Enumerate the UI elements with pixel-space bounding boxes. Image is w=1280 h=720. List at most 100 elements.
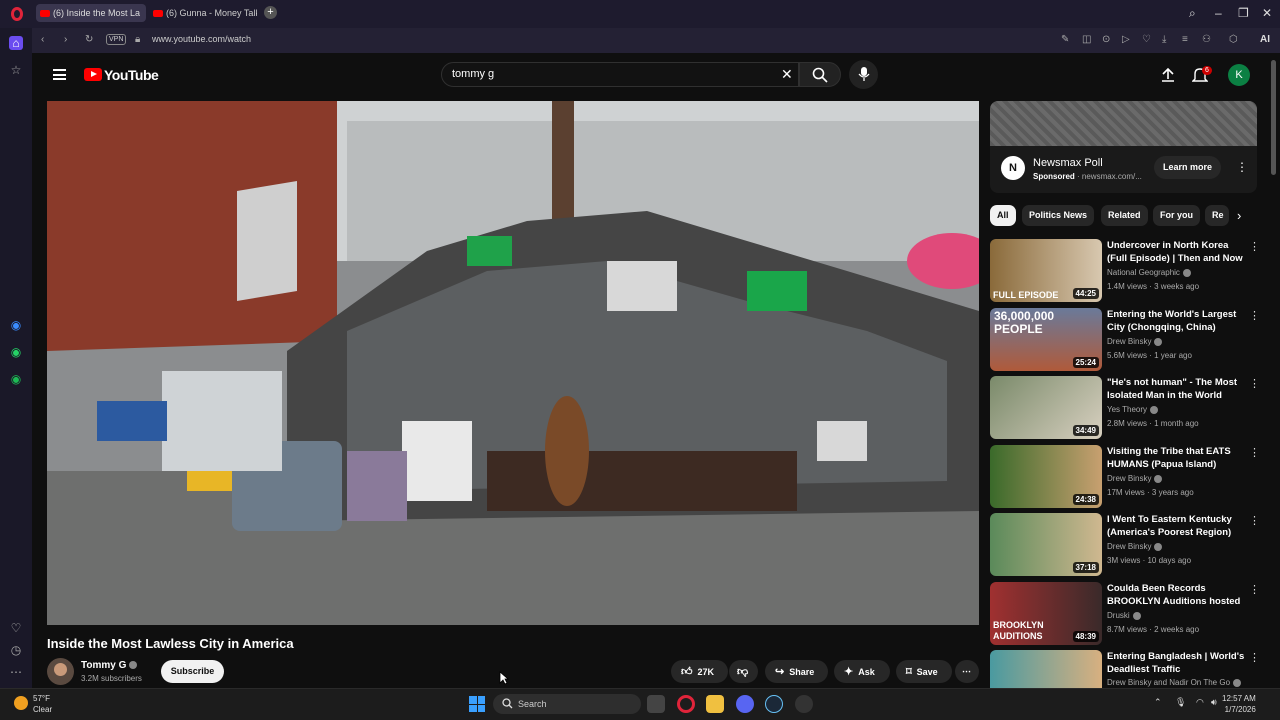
video-title-link[interactable]: Coulda Been Records BROOKLYN Auditions h… <box>1107 582 1245 608</box>
chip-politics-news[interactable]: Politics News <box>1022 205 1095 226</box>
video-thumbnail[interactable]: 34:49 <box>990 376 1102 439</box>
video-thumbnail[interactable]: 24:38 <box>990 445 1102 508</box>
voice-search-button[interactable] <box>849 60 878 89</box>
video-menu-icon[interactable]: ⋮ <box>1249 651 1260 664</box>
chip-all[interactable]: All <box>990 205 1016 226</box>
channel-avatar[interactable] <box>47 658 74 685</box>
menu-icon[interactable]: ≡ <box>1182 34 1188 45</box>
tab-active[interactable]: (6) Inside the Most La <box>36 4 146 22</box>
weather-icon[interactable] <box>14 696 28 710</box>
home-icon[interactable]: ⌂ <box>9 36 23 50</box>
video-menu-icon[interactable]: ⋮ <box>1249 309 1260 322</box>
like-button[interactable]: 👍︎ 27K <box>671 660 728 683</box>
chip-more[interactable]: Re <box>1205 205 1229 226</box>
video-title-link[interactable]: I Went To Eastern Kentucky (America's Po… <box>1107 513 1245 539</box>
ad-menu-icon[interactable]: ⋮ <box>1236 160 1248 174</box>
youtube-logo-icon[interactable] <box>84 68 102 81</box>
video-thumbnail[interactable]: 37:18 <box>990 513 1102 576</box>
opera-taskbar-icon[interactable] <box>677 695 695 713</box>
learn-more-button[interactable]: Learn more <box>1154 156 1221 179</box>
upload-icon[interactable] <box>1160 67 1176 83</box>
chip-related[interactable]: Related <box>1101 205 1148 226</box>
forward-icon[interactable]: › <box>64 34 67 45</box>
back-icon[interactable]: ‹ <box>41 34 44 45</box>
profile-icon[interactable]: ⚇ <box>1202 34 1211 45</box>
wifi-icon[interactable]: ◠ <box>1196 697 1204 708</box>
video-title-link[interactable]: Undercover in North Korea (Full Episode)… <box>1107 239 1245 265</box>
tray-chevron-icon[interactable]: ⌃ <box>1154 697 1162 708</box>
maximize-button[interactable]: ❐ <box>1238 6 1249 20</box>
video-menu-icon[interactable]: ⋮ <box>1249 583 1260 596</box>
ask-button[interactable]: ✦ Ask <box>834 660 890 683</box>
youtube-logo-text[interactable]: YouTube <box>104 67 159 83</box>
more-icon[interactable]: ⋯ <box>9 665 23 679</box>
minimize-button[interactable]: – <box>1215 6 1222 20</box>
close-window-button[interactable]: ✕ <box>1262 6 1272 20</box>
bookmarks-icon[interactable]: ☆ <box>9 63 23 77</box>
taskbar-search[interactable]: Search <box>493 694 641 714</box>
more-actions-button[interactable]: ⋯ <box>955 660 979 683</box>
channel-name[interactable]: National Geographic <box>1107 268 1191 277</box>
whatsapp-icon[interactable]: ◉ <box>9 345 23 359</box>
chip-for-you[interactable]: For you <box>1153 205 1200 226</box>
search-input[interactable]: tommy g <box>452 68 494 80</box>
save-button[interactable]: ⌑ Save <box>896 660 952 683</box>
video-title-link[interactable]: Entering the World's Largest City (Chong… <box>1107 308 1245 334</box>
hamburger-menu-icon[interactable] <box>53 69 66 80</box>
video-title-link[interactable]: "He's not human" - The Most Isolated Man… <box>1107 376 1245 402</box>
steam-icon[interactable] <box>765 695 783 713</box>
vpn-badge[interactable]: VPN <box>106 34 127 45</box>
task-view-icon[interactable] <box>647 695 665 713</box>
new-tab-button[interactable]: + <box>264 6 277 19</box>
shield-icon[interactable]: ⊙ <box>1102 34 1110 45</box>
ai-button[interactable]: AI <box>1260 34 1270 45</box>
video-thumbnail[interactable]: FULL EPISODE 44:25 <box>990 239 1102 302</box>
video-menu-icon[interactable]: ⋮ <box>1249 240 1260 253</box>
search-tabs-icon[interactable]: ⌕ <box>1189 6 1196 21</box>
channel-name[interactable]: Drew Binsky <box>1107 542 1163 551</box>
video-menu-icon[interactable]: ⋮ <box>1249 514 1260 527</box>
messenger-icon[interactable]: ◉ <box>9 318 23 332</box>
video-title-link[interactable]: Entering Bangladesh | World's Deadliest … <box>1107 650 1245 676</box>
reload-icon[interactable]: ↻ <box>85 34 93 45</box>
opera-logo-icon[interactable] <box>11 7 23 21</box>
spotify-icon[interactable]: ◉ <box>9 372 23 386</box>
video-title-link[interactable]: Visiting the Tribe that EATS HUMANS (Pap… <box>1107 445 1245 471</box>
page-scrollbar[interactable] <box>1271 60 1276 175</box>
channel-name[interactable]: Tommy G <box>81 660 138 671</box>
box-icon[interactable]: ⬡ <box>1229 34 1238 45</box>
clear-search-icon[interactable]: ✕ <box>781 66 793 83</box>
tab-inactive[interactable]: (6) Gunna - Money Talk [M <box>149 4 257 22</box>
video-thumbnail[interactable] <box>990 650 1102 688</box>
search-box[interactable] <box>441 62 799 87</box>
channel-name[interactable]: Drew Binsky <box>1107 474 1163 483</box>
file-explorer-icon[interactable] <box>706 695 724 713</box>
microphone-tray-icon[interactable]: 🎙︎ <box>1175 697 1186 708</box>
weather-widget[interactable]: 57°F Clear <box>33 693 52 715</box>
dislike-button[interactable]: 👎︎ <box>729 660 758 683</box>
favorite-icon[interactable]: ♡ <box>1142 34 1151 45</box>
video-player[interactable] <box>47 101 979 625</box>
video-thumbnail[interactable]: BROOKLYN AUDITIONS 48:39 <box>990 582 1102 645</box>
subscribe-button[interactable]: Subscribe <box>161 660 224 683</box>
app-icon[interactable] <box>795 695 813 713</box>
history-icon[interactable]: ◷ <box>9 643 23 657</box>
channel-name[interactable]: Drew Binsky <box>1107 337 1163 346</box>
channel-name[interactable]: Druski <box>1107 611 1141 620</box>
camera-icon[interactable]: ◫ <box>1082 34 1091 45</box>
windows-start-icon[interactable] <box>469 696 485 712</box>
download-icon[interactable]: ⤓ <box>1162 34 1166 45</box>
play-icon[interactable]: ▷ <box>1122 34 1130 45</box>
video-menu-icon[interactable]: ⋮ <box>1249 377 1260 390</box>
share-button[interactable]: ↪ Share <box>765 660 828 683</box>
channel-name[interactable]: Yes Theory <box>1107 405 1159 414</box>
search-button[interactable] <box>799 62 841 87</box>
account-avatar[interactable]: K <box>1228 64 1250 86</box>
heart-icon[interactable]: ♡ <box>9 621 23 635</box>
video-menu-icon[interactable]: ⋮ <box>1249 446 1260 459</box>
video-thumbnail[interactable]: 36,000,000 PEOPLE 25:24 <box>990 308 1102 371</box>
url-text[interactable]: www.youtube.com/watch <box>152 34 251 44</box>
extensions-icon[interactable]: ✎ <box>1061 34 1069 45</box>
taskbar-clock[interactable]: 12:57 AM 1/7/2026 <box>1222 693 1256 715</box>
channel-name[interactable]: Drew Binsky and Nadir On The Go <box>1107 678 1242 687</box>
